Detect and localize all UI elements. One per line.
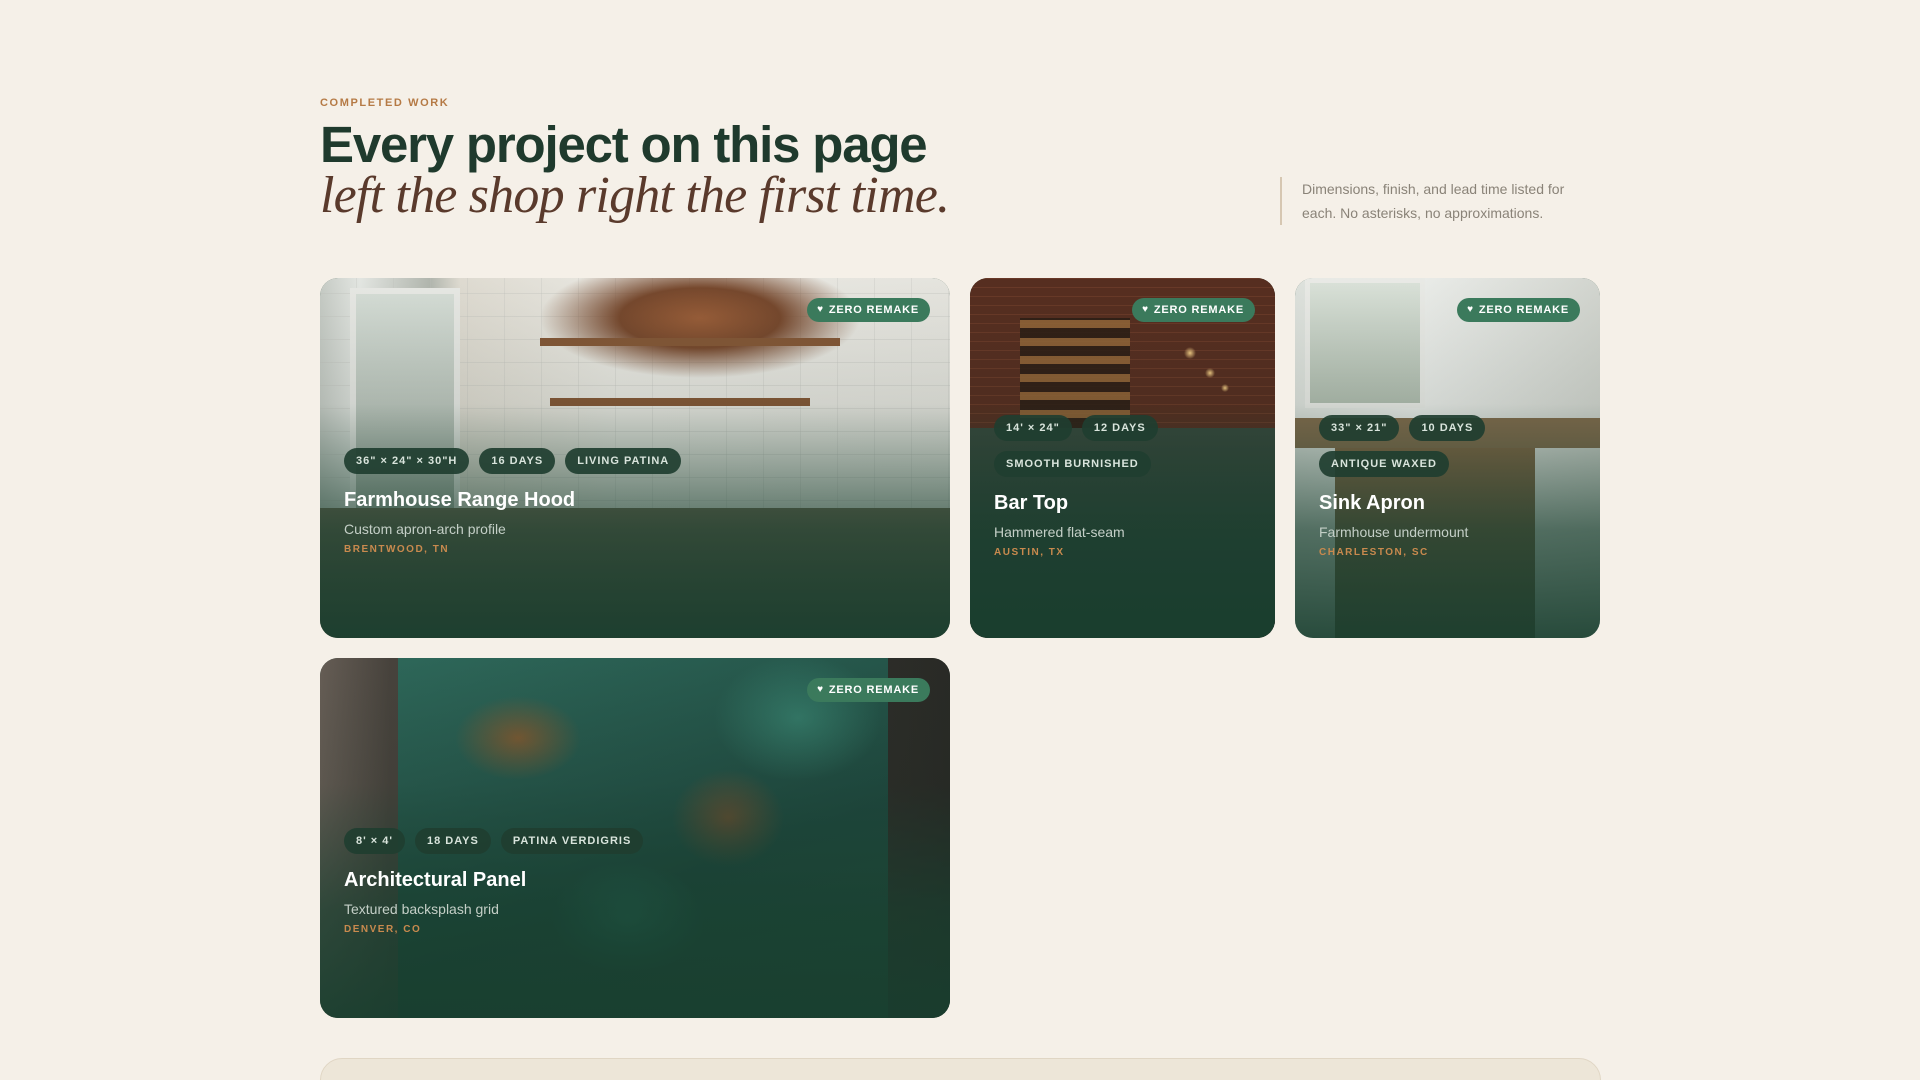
spec-chip-dimensions: 8' × 4'	[344, 828, 406, 854]
spec-chip-dimensions: 33" × 21"	[1319, 415, 1400, 441]
project-description: Farmhouse undermount	[1319, 524, 1469, 540]
project-title: Farmhouse Range Hood	[344, 489, 576, 511]
spec-chip-dimensions: 14' × 24"	[994, 415, 1072, 441]
zero-remake-badge: ♥ ZERO REMAKE	[807, 298, 930, 322]
project-card-architectural-panel[interactable]: ♥ ZERO REMAKE 8' × 4' 18 DAYS PATINA VER…	[320, 658, 950, 1018]
heart-icon: ♥	[1142, 304, 1149, 315]
project-title: Architectural Panel	[344, 869, 527, 891]
zero-remake-badge: ♥ ZERO REMAKE	[807, 678, 930, 702]
project-description: Custom apron-arch profile	[344, 521, 506, 537]
badge-label: ZERO REMAKE	[828, 304, 919, 316]
spec-chip-lead-time: 10 DAYS	[1409, 415, 1486, 441]
spec-chip-dimensions: 36" × 24" × 30"H	[344, 448, 470, 474]
spec-chip-finish: SMOOTH BURNISHED	[994, 451, 1151, 477]
project-card-sink-apron[interactable]: ♥ ZERO REMAKE 33" × 21" 10 DAYS ANTIQUE …	[1295, 278, 1600, 638]
heart-icon: ♥	[817, 304, 824, 315]
badge-label: ZERO REMAKE	[1153, 304, 1244, 316]
project-card-range-hood[interactable]: ♥ ZERO REMAKE 36" × 24" × 30"H 16 DAYS L…	[320, 278, 950, 638]
badge-label: ZERO REMAKE	[828, 684, 919, 696]
spec-chips: 8' × 4' 18 DAYS PATINA VERDIGRIS	[344, 828, 926, 854]
heart-icon: ♥	[817, 684, 824, 695]
spec-chip-lead-time: 18 DAYS	[415, 828, 491, 854]
spec-chip-finish: ANTIQUE WAXED	[1319, 451, 1449, 477]
project-location: AUSTIN, TX	[994, 547, 1065, 558]
badge-label: ZERO REMAKE	[1478, 304, 1569, 316]
spec-chip-finish: PATINA VERDIGRIS	[500, 828, 644, 854]
card-content: 36" × 24" × 30"H 16 DAYS LIVING PATINA F…	[344, 448, 926, 555]
project-location: CHARLESTON, SC	[1319, 547, 1429, 558]
heart-icon: ♥	[1467, 304, 1474, 315]
project-title: Sink Apron	[1319, 492, 1425, 514]
spec-chips: 33" × 21" 10 DAYS ANTIQUE WAXED	[1319, 415, 1576, 477]
project-description: Textured backsplash grid	[344, 901, 499, 917]
card-content: 33" × 21" 10 DAYS ANTIQUE WAXED Sink Apr…	[1319, 415, 1576, 558]
spec-chip-finish: LIVING PATINA	[565, 448, 682, 474]
spec-chip-lead-time: 12 DAYS	[1081, 415, 1158, 441]
next-section-panel	[320, 1058, 1601, 1080]
side-note: Dimensions, finish, and lead time listed…	[1280, 177, 1570, 225]
project-location: BRENTWOOD, TN	[344, 544, 450, 555]
project-title: Bar Top	[994, 492, 1069, 514]
spec-chips: 14' × 24" 12 DAYS SMOOTH BURNISHED	[994, 415, 1251, 477]
card-content: 8' × 4' 18 DAYS PATINA VERDIGRIS Archite…	[344, 828, 926, 935]
spec-chips: 36" × 24" × 30"H 16 DAYS LIVING PATINA	[344, 448, 926, 474]
zero-remake-badge: ♥ ZERO REMAKE	[1457, 298, 1580, 322]
project-description: Hammered flat-seam	[994, 524, 1125, 540]
project-card-bar-top[interactable]: ♥ ZERO REMAKE 14' × 24" 12 DAYS SMOOTH B…	[970, 278, 1275, 638]
zero-remake-badge: ♥ ZERO REMAKE	[1132, 298, 1255, 322]
project-location: DENVER, CO	[344, 924, 422, 935]
spec-chip-lead-time: 16 DAYS	[479, 448, 556, 474]
card-content: 14' × 24" 12 DAYS SMOOTH BURNISHED Bar T…	[994, 415, 1251, 558]
section-header: COMPLETED WORK Every project on this pag…	[320, 97, 1601, 227]
page-title: Every project on this page	[320, 116, 928, 173]
section-eyebrow: COMPLETED WORK	[320, 97, 450, 109]
